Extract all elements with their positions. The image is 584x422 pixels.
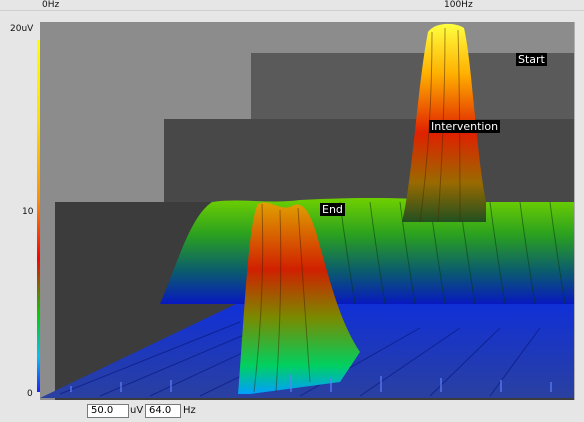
marker-start: Start bbox=[516, 53, 547, 66]
vertical-scrollbar[interactable] bbox=[574, 22, 584, 400]
amplitude-scale-input[interactable] bbox=[87, 404, 129, 418]
y-label-mid: 10 bbox=[22, 207, 34, 217]
frequency-unit-label: Hz bbox=[183, 405, 196, 416]
frequency-input[interactable] bbox=[145, 404, 181, 418]
frequency-ruler: 0Hz 100Hz bbox=[0, 0, 584, 23]
y-label-bottom: 0 bbox=[27, 389, 33, 399]
spectrogram-graphic bbox=[40, 22, 574, 400]
spectrogram-3d-plot[interactable] bbox=[40, 22, 574, 400]
marker-end: End bbox=[320, 203, 345, 216]
ruler-label-0hz: 0Hz bbox=[42, 0, 60, 10]
amplitude-axis bbox=[0, 22, 40, 400]
ruler-label-100hz: 100Hz bbox=[444, 0, 473, 10]
amplitude-unit-label: uV bbox=[130, 405, 144, 416]
marker-intervention: Intervention bbox=[429, 120, 501, 133]
ruler-line bbox=[0, 10, 584, 11]
y-label-top: 20uV bbox=[10, 24, 34, 34]
